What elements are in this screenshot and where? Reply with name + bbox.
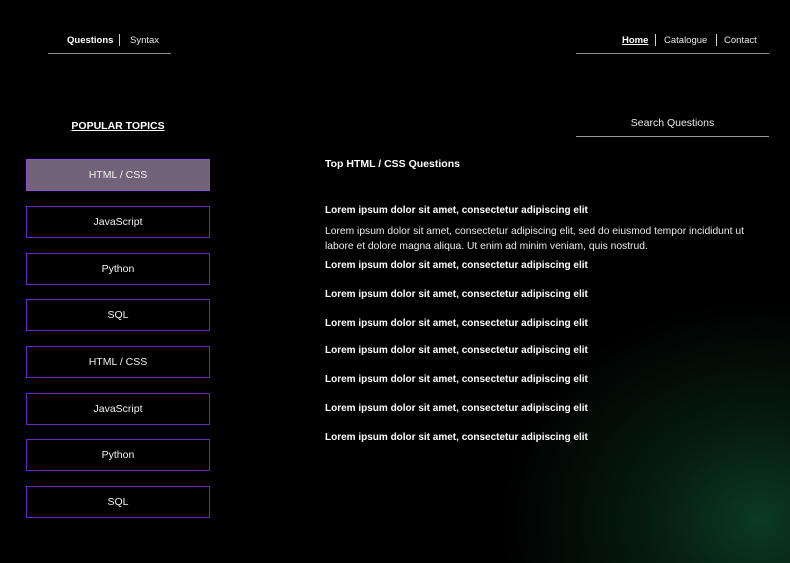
topic-label: JavaScript [93,403,143,415]
question-item[interactable]: Lorem ipsum dolor sit amet, consectetur … [325,318,588,329]
question-item[interactable]: Lorem ipsum dolor sit amet, consectetur … [325,374,588,385]
question-item[interactable]: Lorem ipsum dolor sit amet, consectetur … [325,260,588,271]
question-answer: Lorem ipsum dolor sit amet, consectetur … [325,226,744,252]
topic-button-sql[interactable]: SQL [26,486,210,518]
main-nav: Home Catalogue Contact [576,30,769,54]
question-item[interactable]: Lorem ipsum dolor sit amet, consectetur … [325,345,588,356]
topic-button-html-css[interactable]: HTML / CSS [26,346,210,378]
topic-label: HTML / CSS [88,356,148,368]
topic-label: JavaScript [93,216,143,228]
nav-questions-link[interactable]: Questions [67,35,113,46]
question-item[interactable]: Lorem ipsum dolor sit amet, consectetur … [325,403,588,414]
nav-catalogue-link[interactable]: Catalogue [664,35,707,46]
search-questions-field[interactable]: Search Questions [576,109,769,137]
topic-label: Python [101,449,135,461]
section-title: Top HTML / CSS Questions [325,158,460,170]
topic-label: Python [101,263,135,275]
topic-label: SQL [107,309,129,321]
nav-separator [655,34,656,46]
nav-contact-link[interactable]: Contact [724,35,757,46]
topic-button-python[interactable]: Python [26,439,210,471]
nav-syntax-link[interactable]: Syntax [130,35,159,46]
topic-button-html-css[interactable]: HTML / CSS [26,159,210,191]
question-item[interactable]: Lorem ipsum dolor sit amet, consectetur … [325,205,588,216]
topic-button-javascript[interactable]: JavaScript [26,206,210,238]
nav-separator [716,34,717,46]
search-placeholder: Search Questions [630,116,715,129]
topic-label: SQL [107,496,129,508]
nav-separator [119,34,120,46]
topic-button-sql[interactable]: SQL [26,299,210,331]
topic-label: HTML / CSS [88,169,148,181]
topic-button-python[interactable]: Python [26,253,210,285]
question-item[interactable]: Lorem ipsum dolor sit amet, consectetur … [325,289,588,300]
topic-button-javascript[interactable]: JavaScript [26,393,210,425]
popular-topics-heading: POPULAR TOPICS [71,120,165,132]
secondary-nav: Questions Syntax [48,30,171,54]
nav-home-link[interactable]: Home [622,35,648,46]
question-item[interactable]: Lorem ipsum dolor sit amet, consectetur … [325,432,588,443]
